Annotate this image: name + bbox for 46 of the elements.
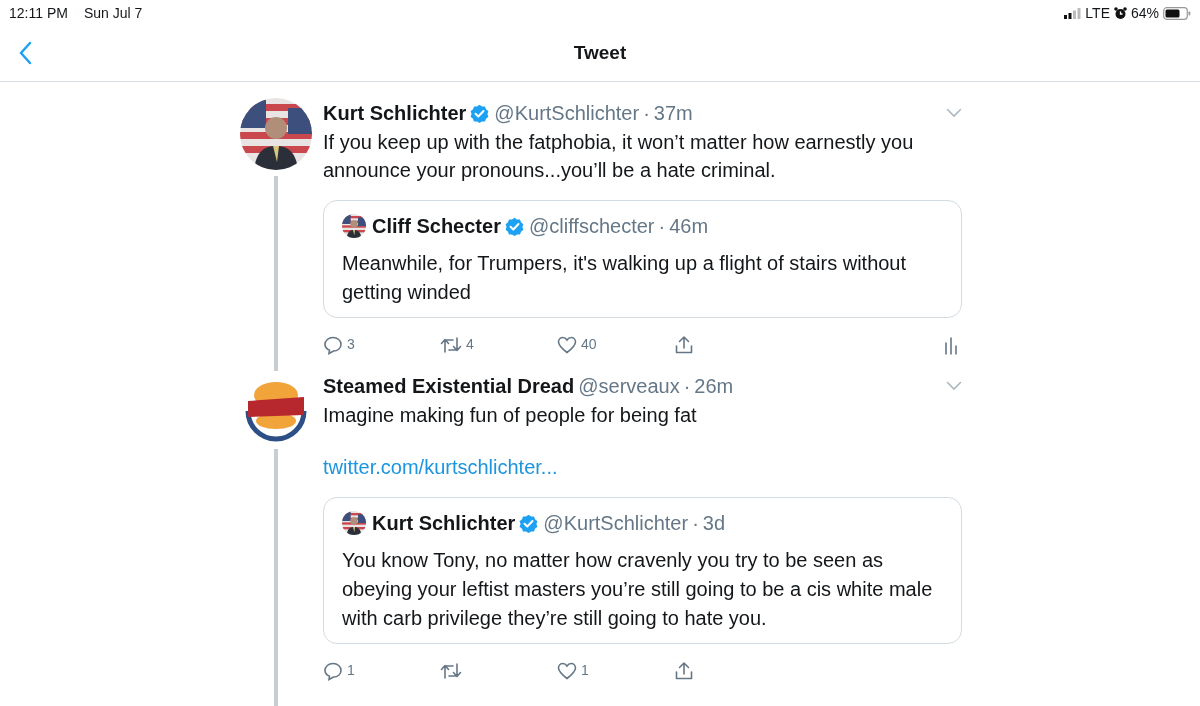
quoted-tweet-text: Meanwhile, for Trumpers, it's walking up a flight of stairs without getting winded (342, 251, 908, 305)
timestamp[interactable]: 37m (653, 98, 693, 128)
separator-dot: · (692, 511, 699, 536)
author-handle[interactable]: @serveaux (578, 371, 680, 401)
heart-icon[interactable] (557, 660, 577, 681)
tweet-text: If you keep up with the fatphobia, it won’t matter how earnestly you announce your pronouns...you’ll be a hate criminal. (323, 130, 915, 183)
timestamp[interactable]: 26m (694, 371, 734, 401)
timestamp[interactable]: 46m (669, 211, 709, 241)
page-title: Tweet (573, 41, 627, 66)
battery-percent: 64% (1130, 3, 1159, 23)
like-count: 1 (581, 661, 589, 680)
author-name[interactable]: Steamed Existential Dread (323, 371, 575, 401)
link[interactable]: twitter.com/kurtschlichter... (323, 456, 558, 478)
tweet-text: Imagine making fun of people for being fat (323, 403, 698, 428)
author-name[interactable]: Cliff Schecter (372, 211, 501, 241)
signal-icon (1064, 7, 1082, 19)
heart-icon[interactable] (557, 334, 577, 355)
author-handle[interactable]: @KurtSchlichter (494, 98, 640, 128)
share-icon[interactable] (674, 334, 694, 355)
author-handle[interactable]: @cliffschecter (528, 211, 655, 241)
alarm-icon (1113, 6, 1127, 20)
analytics-icon[interactable] (944, 334, 958, 355)
separator-dot: · (643, 101, 650, 126)
reply-icon[interactable] (323, 660, 343, 681)
quoted-tweet-card[interactable] (323, 497, 962, 644)
timestamp[interactable]: 3d (702, 508, 726, 538)
author-name[interactable]: Kurt Schlichter (372, 508, 516, 538)
retweet-count: 4 (466, 335, 474, 354)
status-time: 12:11 PM (9, 3, 68, 23)
share-icon[interactable] (674, 660, 694, 681)
reply-icon[interactable] (323, 334, 343, 355)
back-button[interactable] (18, 40, 32, 65)
retweet-icon[interactable] (440, 660, 462, 681)
separator-dot: · (683, 374, 691, 399)
like-count: 40 (581, 335, 597, 354)
quoted-tweet-card[interactable]: Cliff Schecter @cliffschecter · 46m Meanwhile, for Trumpers, it's walking up a flight of stairs without getting winded (323, 200, 962, 318)
author-name[interactable]: Kurt Schlichter (323, 98, 467, 128)
status-date: Sun Jul 7 (83, 3, 143, 23)
reply-count: 1 (347, 661, 355, 680)
reply-count: 3 (347, 335, 355, 354)
quoted-tweet-text: You know Tony, no matter how cravenly you try to be seen as obeying your leftist masters you’re still going to be a cis white male with carb privilege they’re still going to hate you. (342, 548, 934, 631)
battery-icon (1163, 6, 1191, 20)
network-label: LTE (1085, 3, 1110, 23)
author-handle[interactable]: @KurtSchlichter (543, 508, 689, 538)
separator-dot: · (658, 214, 666, 239)
retweet-icon[interactable] (440, 334, 462, 355)
